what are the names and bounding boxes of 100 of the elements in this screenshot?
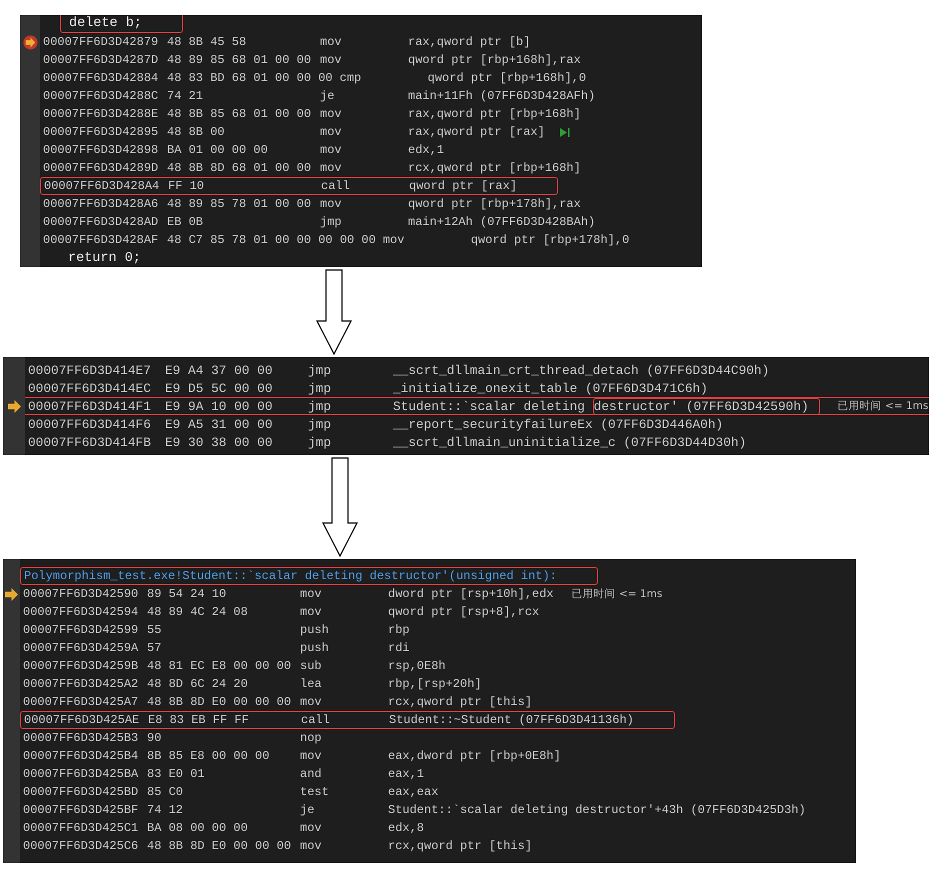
bytes-cell-text: 83 E0 01 — [147, 767, 206, 781]
address-cell-text: 00007FF6D3D425AE — [24, 713, 140, 727]
address-cell-text: 00007FF6D3D414E7 — [28, 362, 152, 378]
mnemonic-cell-text: mov — [320, 125, 343, 139]
address-cell-text: 00007FF6D3D4288E — [43, 107, 160, 121]
operands-cell: __report_securityfailureEx (07FF6D3D446A0h) — [393, 416, 724, 432]
address-cell-text: 00007FF6D3D425A7 — [23, 695, 140, 709]
elapsed-time-text: 已用时间 <= 1ms — [838, 399, 928, 413]
bytes-cell-text: E9 D5 5C 00 00 — [165, 380, 274, 396]
operands-cell: qword ptr [rbp+178h],rax — [408, 197, 581, 211]
operands-cell: Student::`scalar deleting destructor'+43h (07FF6D3D425D3h) — [388, 803, 806, 817]
address-cell-text: 00007FF6D3D42594 — [23, 605, 140, 619]
bytes-cell-text: EB 0B — [167, 215, 204, 229]
address-cell-text: 00007FF6D3D42898 — [43, 143, 160, 157]
bytes-cell-text: E9 9A 10 00 00 — [165, 398, 274, 414]
operands-cell: dword ptr [rsp+10h],edx — [388, 587, 554, 601]
mnemonic-cell-text: test — [300, 785, 330, 799]
mnemonic-cell-text: jmp — [308, 398, 332, 414]
operands-cell: qword ptr [rbp+168h],rax — [408, 53, 581, 67]
mnemonic-cell-text: push — [300, 623, 330, 637]
address-cell-text: 00007FF6D3D42879 — [43, 35, 160, 49]
address-cell-text: 00007FF6D3D4289D — [43, 161, 160, 175]
mnemonic-cell-text: mov — [300, 605, 323, 619]
mnemonic-cell-text: jmp — [308, 434, 332, 450]
operands-cell: __scrt_dllmain_crt_thread_detach (07FF6D3D44C90h) — [393, 362, 770, 378]
operands-cell: edx,8 — [388, 821, 424, 835]
operands-cell: rcx,qword ptr [rbp+168h] — [408, 161, 581, 175]
address-cell-text: 00007FF6D3D414EC — [28, 380, 152, 396]
address-cell-text: 00007FF6D3D4288C — [43, 89, 160, 103]
bytes-cell-text: E8 83 EB FF FF — [148, 713, 250, 727]
bytes-cell-text: 48 8B 45 58 — [167, 35, 248, 49]
operands-cell: main+11Fh (07FF6D3D428AFh) — [408, 89, 596, 103]
operands-cell: rsp,0E8h — [388, 659, 446, 673]
mnemonic-cell-text: nop — [300, 731, 323, 745]
address-cell-text: 00007FF6D3D42599 — [23, 623, 140, 637]
mnemonic-cell-text: mov — [300, 587, 323, 601]
bytes-cell-text: 48 8D 6C 24 20 — [147, 677, 249, 691]
mnemonic-cell-text: call — [301, 713, 331, 727]
bytes-cell-text: E9 A4 37 00 00 — [165, 362, 274, 378]
address-cell-text: 00007FF6D3D425C6 — [23, 839, 140, 853]
operands-cell: rdi — [388, 641, 410, 655]
address-cell-text: 00007FF6D3D428AD — [43, 215, 160, 229]
address-cell-text: 00007FF6D3D414FB — [28, 434, 152, 450]
bytes-cell-text: 48 89 4C 24 08 — [147, 605, 249, 619]
bytes-cell-text: 74 12 — [147, 803, 184, 817]
bytes-cell-text: BA 08 00 00 00 — [147, 821, 249, 835]
mnemonic-cell-text: jmp — [308, 416, 332, 432]
operands-cell: rcx,qword ptr [this] — [388, 839, 532, 853]
mnemonic-cell-text: cmp — [340, 71, 362, 85]
operands-cell: _initialize_onexit_table (07FF6D3D471C6h) — [393, 380, 708, 396]
operands-cell: qword ptr [rbp+178h],0 — [470, 233, 630, 247]
bytes-cell-text: 48 81 EC E8 00 00 00 — [147, 659, 292, 673]
bytes-cell-text: E9 30 38 00 00 — [165, 434, 274, 450]
operands-cell: rax,qword ptr [rbp+168h] — [408, 107, 581, 121]
address-cell-text: 00007FF6D3D414F1 — [28, 398, 152, 414]
function-label: Polymorphism_test.exe!Student::`scalar deleting destructor'(unsigned int): — [24, 569, 557, 583]
bytes-cell-text: 48 8B 00 — [167, 125, 226, 139]
bytes-cell-text: 57 — [147, 641, 162, 655]
operands-cell: qword ptr [rax] — [409, 179, 518, 193]
address-cell-text: 00007FF6D3D425C1 — [23, 821, 140, 835]
mnemonic-cell-text: mov — [300, 695, 323, 709]
operands-cell: rcx,qword ptr [this] — [388, 695, 532, 709]
address-cell-text: 00007FF6D3D4259B — [23, 659, 140, 673]
operands-cell: qword ptr [rbp+168h],0 — [428, 71, 586, 85]
address-cell-text: 00007FF6D3D4259A — [23, 641, 140, 655]
mnemonic-cell-text: mov — [320, 53, 343, 67]
source-line: delete b; — [60, 15, 183, 33]
address-cell-text: 00007FF6D3D428A6 — [43, 197, 160, 211]
operands-cell: __scrt_dllmain_uninitialize_c (07FF6D3D44D30h) — [393, 434, 746, 450]
run-to-cursor-icon[interactable] — [558, 126, 570, 138]
mnemonic-cell-text: lea — [300, 677, 323, 691]
address-cell-text: 00007FF6D3D428AF — [43, 233, 160, 247]
mnemonic-cell-text: jmp — [320, 215, 343, 229]
mnemonic-cell-text: call — [321, 179, 351, 193]
address-cell-text: 00007FF6D3D425BA — [23, 767, 140, 781]
address-cell-text: 00007FF6D3D42884 — [43, 71, 160, 85]
mnemonic-cell-text: jmp — [308, 380, 332, 396]
bytes-cell-text: 55 — [147, 623, 162, 637]
down-arrow-icon — [316, 269, 352, 355]
bytes-cell-text: 48 8B 8D E0 00 00 00 — [147, 695, 292, 709]
mnemonic-cell-text: jmp — [308, 362, 332, 378]
mnemonic-cell-text: mov — [320, 143, 343, 157]
bytes-cell-text: E9 A5 31 00 00 — [165, 416, 274, 432]
mnemonic-cell-text: mov — [382, 233, 406, 247]
bytes-cell-text: 48 8B 85 68 01 00 00 — [167, 107, 312, 121]
address-cell-text: 00007FF6D3D42895 — [43, 125, 160, 139]
operands-cell: Student::~Student (07FF6D3D41136h) — [389, 713, 634, 727]
address-cell-text: 00007FF6D3D425B4 — [23, 749, 140, 763]
source-line: return 0; — [67, 250, 141, 267]
operands-cell: rbp — [388, 623, 410, 637]
bytes-cell-text: 48 89 85 68 01 00 00 — [167, 53, 312, 67]
bytes-cell-text: FF 10 — [168, 179, 206, 193]
bytes-cell-text: 8B 85 E8 00 00 00 — [147, 749, 270, 763]
bytes-cell-text: 48 89 85 78 01 00 00 — [167, 197, 312, 211]
mnemonic-cell-text: je — [300, 803, 316, 817]
down-arrow-icon — [322, 457, 358, 557]
mnemonic-cell-text: mov — [320, 161, 343, 175]
bytes-cell-text: 89 54 24 10 — [147, 587, 228, 601]
mnemonic-cell-text: mov — [300, 839, 323, 853]
operands-cell: rax,qword ptr [b] — [408, 35, 530, 49]
